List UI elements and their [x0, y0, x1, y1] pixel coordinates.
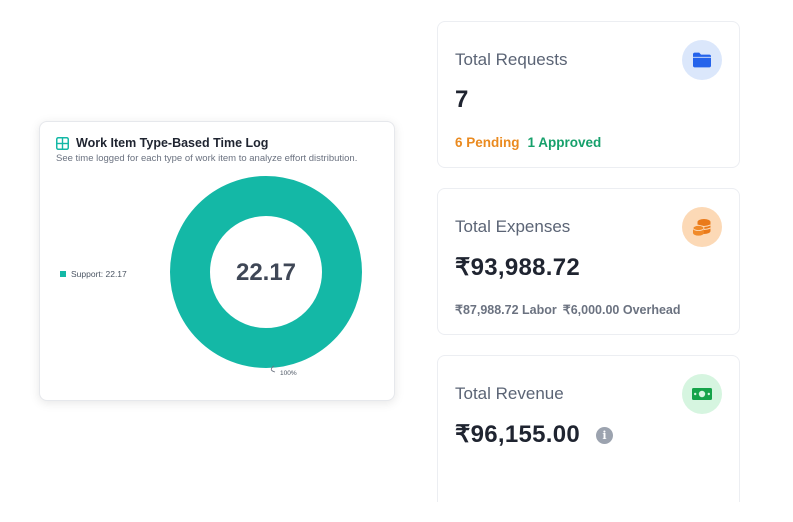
donut-chart[interactable]: 22.17 100% [170, 176, 366, 377]
chart-legend[interactable]: Support: 22.17 [60, 269, 127, 279]
total-revenue-card: Total Revenue ₹96,155.00 i [437, 355, 740, 502]
total-expenses-value: ₹93,988.72 [455, 254, 581, 281]
request-status-row: 6 Pending 1 Approved [455, 135, 601, 150]
total-requests-card: Total Requests 7 6 Pending 1 Approved [437, 21, 740, 168]
chart-header: Work Item Type-Based Time Log [56, 136, 268, 150]
total-expenses-card: Total Expenses ₹93,988.72 ₹87,988.72 Lab… [437, 188, 740, 335]
expense-breakdown: ₹87,988.72 Labor ₹6,000.00 Overhead [455, 302, 681, 317]
approved-count: 1 Approved [527, 135, 602, 150]
coins-icon [682, 207, 722, 247]
total-requests-value: 7 [455, 86, 469, 113]
legend-swatch-support [60, 271, 66, 277]
chart-subtitle: See time logged for each type of work it… [56, 153, 358, 164]
cash-icon [682, 374, 722, 414]
pending-count: 6 Pending [455, 135, 520, 150]
donut-center-value: 22.17 [236, 259, 296, 286]
total-revenue-value: ₹96,155.00 [455, 421, 581, 448]
total-requests-label: Total Requests [455, 50, 568, 69]
labor-amount: ₹87,988.72 Labor [455, 303, 557, 317]
grid-icon [56, 136, 69, 150]
legend-label-support: Support: 22.17 [71, 269, 127, 279]
chart-title: Work Item Type-Based Time Log [76, 136, 269, 150]
time-log-chart-card: Work Item Type-Based Time Log See time l… [39, 121, 395, 401]
overhead-amount: ₹6,000.00 Overhead [562, 303, 681, 317]
slice-percent-label: 100% [280, 370, 297, 377]
total-revenue-label: Total Revenue [455, 384, 564, 403]
info-icon[interactable]: i [596, 427, 613, 444]
total-expenses-label: Total Expenses [455, 217, 571, 236]
folder-icon [682, 40, 722, 80]
